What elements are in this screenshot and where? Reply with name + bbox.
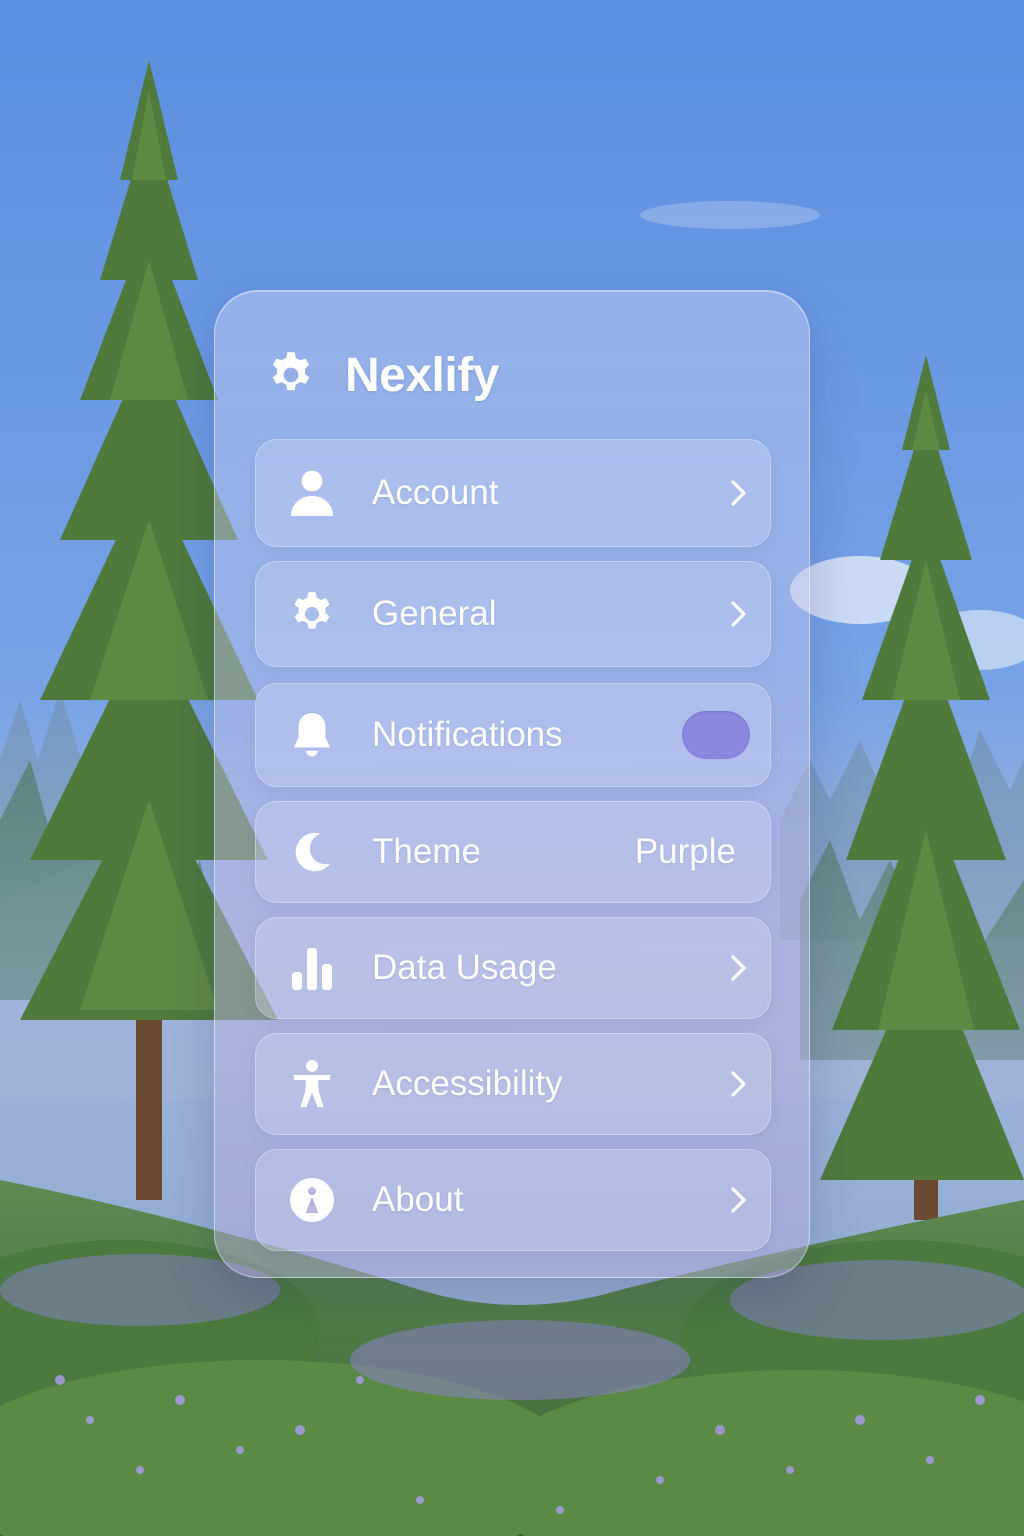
settings-item-label: Accessibility — [372, 1064, 563, 1103]
chevron-right-icon — [731, 1071, 746, 1097]
chevron-right-icon — [731, 955, 746, 981]
moon-icon — [286, 826, 338, 878]
settings-item-label: General — [372, 594, 497, 633]
settings-item-general[interactable]: General — [255, 561, 771, 667]
settings-item-label: Notifications — [372, 715, 563, 754]
settings-item-notifications[interactable]: Notifications — [255, 683, 771, 787]
settings-item-label: Data Usage — [372, 948, 557, 987]
panel-header: Nexlify — [265, 343, 499, 407]
chevron-right-icon — [731, 480, 746, 506]
person-icon — [286, 467, 338, 519]
gear-icon — [286, 588, 338, 640]
settings-item-account[interactable]: Account — [255, 439, 771, 547]
settings-panel: Nexlify Account General Notifications Th… — [214, 290, 810, 1278]
app-title: Nexlify — [345, 348, 499, 402]
settings-item-about[interactable]: About — [255, 1149, 771, 1251]
info-icon — [286, 1174, 338, 1226]
bar-chart-icon — [286, 942, 338, 994]
bell-icon — [286, 709, 338, 761]
chevron-right-icon — [731, 601, 746, 627]
settings-item-label: Theme — [372, 832, 481, 871]
settings-item-data-usage[interactable]: Data Usage — [255, 917, 771, 1019]
accessibility-icon — [286, 1058, 338, 1110]
gear-icon — [272, 352, 310, 391]
settings-item-accessibility[interactable]: Accessibility — [255, 1033, 771, 1135]
settings-item-theme[interactable]: Theme Purple — [255, 801, 771, 903]
settings-item-label: About — [372, 1180, 464, 1219]
theme-value: Purple — [634, 832, 736, 871]
notifications-toggle[interactable] — [682, 711, 750, 759]
chevron-right-icon — [731, 1187, 746, 1213]
settings-item-label: Account — [372, 473, 499, 512]
